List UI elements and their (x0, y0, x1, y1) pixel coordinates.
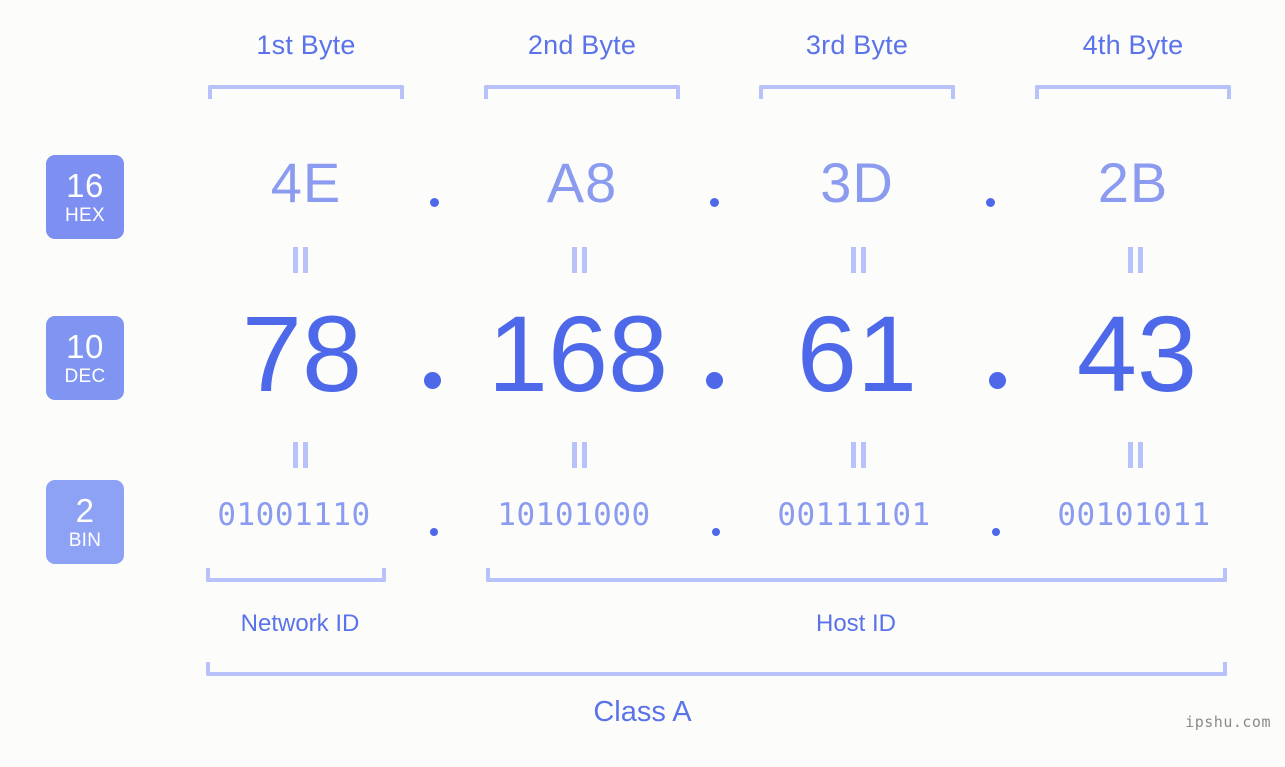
dec-octet-4-value: 43 (1076, 293, 1198, 414)
byte-header-3-label: 3rd Byte (805, 30, 909, 60)
bin-octet-1-value: 01001110 (217, 497, 371, 533)
equals-icon-dec-bin-2 (570, 442, 590, 468)
host-id-label: Host ID (756, 610, 956, 638)
byte-header-1: 1st Byte (206, 30, 406, 61)
hex-base-number: 16 (66, 167, 104, 204)
host-id-bracket (486, 568, 1227, 582)
dec-base-name: DEC (64, 366, 106, 387)
dec-octet-2: 168 (478, 300, 678, 408)
bin-octet-1: 01001110 (194, 500, 394, 531)
bin-octet-4-value: 00101011 (1057, 497, 1211, 533)
hex-octet-3-value: 3D (820, 151, 894, 214)
bin-octet-3-value: 00111101 (777, 497, 931, 533)
hex-base-name: HEX (65, 205, 105, 226)
byte-bracket-top-4 (1035, 85, 1231, 99)
equals-icon-hex-dec-4 (1126, 247, 1146, 273)
byte-bracket-top-3 (759, 85, 955, 99)
dec-separator-dot-3 (989, 372, 1006, 389)
bin-octet-3: 00111101 (754, 500, 954, 531)
dec-separator-dot-2 (706, 372, 723, 389)
byte-header-4-label: 4th Byte (1082, 30, 1184, 60)
byte-header-4: 4th Byte (1033, 30, 1233, 61)
bin-base-badge: 2 BIN (46, 480, 124, 564)
dec-base-number: 10 (66, 328, 104, 365)
equals-icon-dec-bin-3 (849, 442, 869, 468)
bin-octet-2: 10101000 (474, 500, 674, 531)
byte-header-3: 3rd Byte (757, 30, 957, 61)
bin-base-name: BIN (68, 530, 102, 551)
equals-icon-hex-dec-2 (570, 247, 590, 273)
host-id-label-text: Host ID (815, 610, 896, 637)
equals-icon-hex-dec-1 (291, 247, 311, 273)
dec-octet-2-value: 168 (487, 293, 669, 414)
hex-octet-2-value: A8 (546, 151, 618, 214)
equals-icon-dec-bin-4 (1126, 442, 1146, 468)
byte-bracket-top-2 (484, 85, 680, 99)
dec-octet-4: 43 (1037, 300, 1237, 408)
hex-octet-1-value: 4E (270, 151, 342, 214)
byte-bracket-top-1 (208, 85, 404, 99)
network-id-bracket (206, 568, 386, 582)
dec-octet-1-value: 78 (241, 293, 363, 414)
class-bracket (206, 662, 1227, 676)
hex-separator-dot-2 (710, 198, 719, 207)
hex-octet-2: A8 (482, 155, 682, 211)
dec-separator-dot-1 (424, 372, 441, 389)
bin-separator-dot-3 (992, 528, 1000, 536)
network-id-label: Network ID (200, 610, 400, 638)
hex-octet-4-value: 2B (1097, 151, 1169, 214)
site-watermark-text: ipshu.com (1185, 713, 1271, 731)
bin-octet-4: 00101011 (1034, 500, 1234, 531)
equals-icon-dec-bin-1 (291, 442, 311, 468)
hex-octet-1: 4E (206, 155, 406, 211)
class-label: Class A (0, 696, 1285, 729)
bin-octet-2-value: 10101000 (497, 497, 651, 533)
hex-base-badge: 16 HEX (46, 155, 124, 239)
hex-octet-4: 2B (1033, 155, 1233, 211)
bin-base-number: 2 (75, 492, 95, 529)
dec-octet-3-value: 61 (796, 293, 918, 414)
network-id-label-text: Network ID (240, 610, 360, 637)
byte-header-2-label: 2nd Byte (527, 30, 637, 60)
bin-separator-dot-1 (430, 528, 438, 536)
ip-address-breakdown-diagram: 1st Byte 2nd Byte 3rd Byte 4th Byte 16 H… (0, 0, 1285, 767)
byte-header-1-label: 1st Byte (256, 30, 356, 60)
hex-separator-dot-3 (986, 198, 995, 207)
class-label-text: Class A (593, 696, 692, 728)
site-watermark: ipshu.com (1185, 713, 1271, 731)
hex-separator-dot-1 (430, 198, 439, 207)
dec-base-badge: 10 DEC (46, 316, 124, 400)
dec-octet-3: 61 (757, 300, 957, 408)
hex-octet-3: 3D (757, 155, 957, 211)
bin-separator-dot-2 (712, 528, 720, 536)
dec-octet-1: 78 (202, 300, 402, 408)
equals-icon-hex-dec-3 (849, 247, 869, 273)
byte-header-2: 2nd Byte (482, 30, 682, 61)
